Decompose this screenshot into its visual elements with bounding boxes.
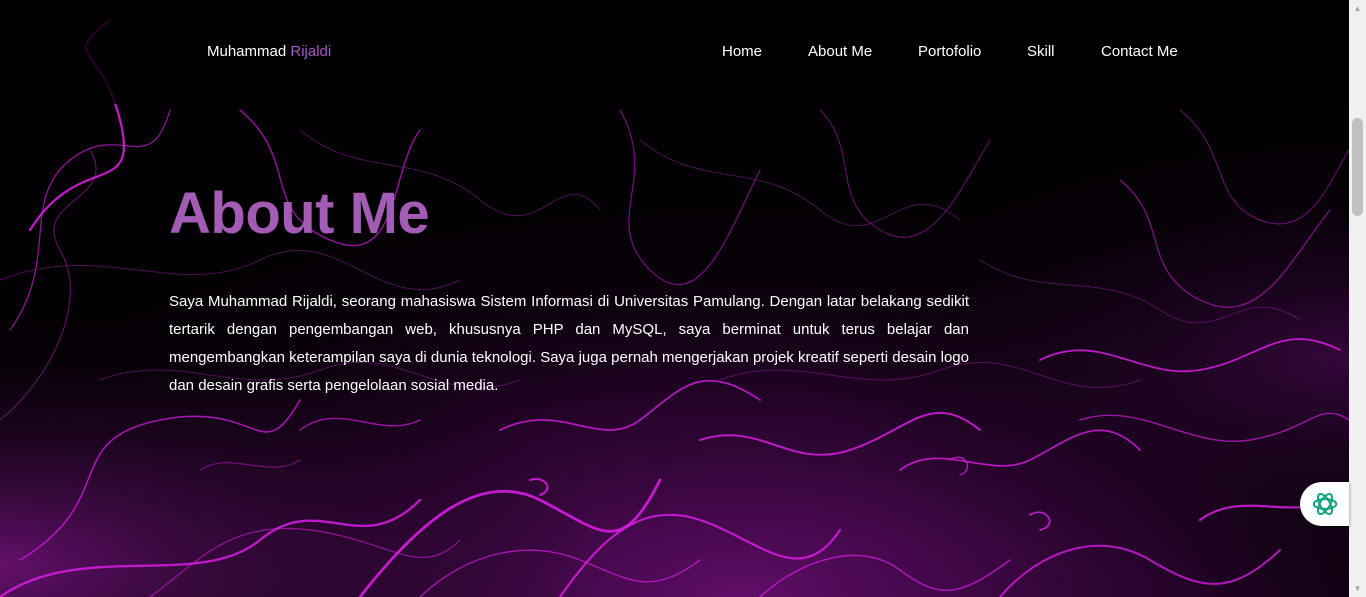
- nav-link-about-me[interactable]: About Me: [808, 43, 872, 60]
- scroll-down-arrow-icon[interactable]: ▼: [1349, 580, 1366, 597]
- nav-link-skill[interactable]: Skill: [1027, 43, 1055, 60]
- about-description: Saya Muhammad Rijaldi, seorang mahasiswa…: [169, 293, 969, 394]
- vertical-scrollbar[interactable]: ▲ ▼: [1349, 0, 1366, 597]
- ai-assistant-button[interactable]: [1300, 482, 1349, 526]
- ai-assistant-icon: [1312, 492, 1337, 516]
- top-navbar: Muhammad Rijaldi Home About Me Portofoli…: [0, 0, 1349, 104]
- scrollbar-thumb[interactable]: [1352, 118, 1363, 216]
- nav-link-contact-me[interactable]: Contact Me: [1101, 43, 1178, 60]
- nav-link-portofolio[interactable]: Portofolio: [918, 43, 981, 60]
- nav-link-home[interactable]: Home: [722, 43, 762, 60]
- about-title: About Me: [169, 181, 430, 246]
- scroll-up-arrow-icon[interactable]: ▲: [1349, 0, 1366, 17]
- page-viewport: Muhammad Rijaldi Home About Me Portofoli…: [0, 0, 1366, 597]
- nav-menu: Home About Me Portofolio Skill Contact M…: [0, 43, 1349, 63]
- about-section: About Me Saya Muhammad Rijaldi, seorang …: [169, 178, 969, 400]
